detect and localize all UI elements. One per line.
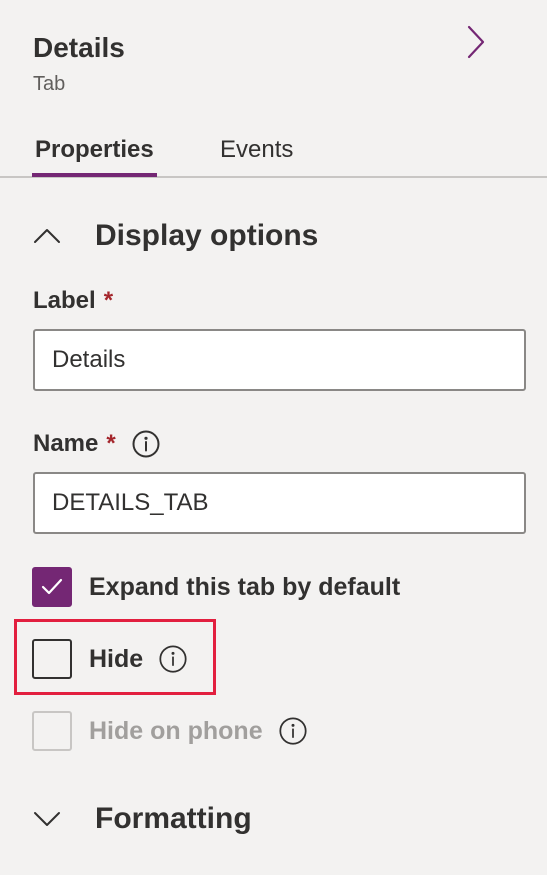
- expand-by-default-label: Expand this tab by default: [89, 573, 401, 601]
- display-options-section-header[interactable]: Display options: [30, 214, 318, 258]
- formatting-section-header[interactable]: Formatting: [30, 797, 252, 841]
- chevron-up-icon: [30, 219, 64, 253]
- name-field-label: Name *: [33, 429, 160, 459]
- display-options-title: Display options: [95, 219, 319, 252]
- required-marker: *: [106, 430, 116, 457]
- label-field-label: Label *: [33, 286, 113, 316]
- tab-events[interactable]: Events: [217, 134, 296, 166]
- expand-by-default-option[interactable]: Expand this tab by default: [32, 567, 400, 607]
- tab-properties[interactable]: Properties: [32, 134, 157, 177]
- info-icon[interactable]: [279, 717, 307, 745]
- formatting-title: Formatting: [95, 802, 252, 835]
- label-field-label-text: Label: [33, 287, 96, 314]
- hide-on-phone-checkbox: [32, 711, 72, 751]
- hide-option[interactable]: Hide: [32, 639, 187, 679]
- hide-checkbox[interactable]: [32, 639, 72, 679]
- required-marker: *: [103, 287, 114, 314]
- hide-on-phone-option: Hide on phone: [32, 711, 307, 751]
- hide-on-phone-label: Hide on phone: [89, 717, 263, 745]
- panel-subtitle: Tab: [33, 73, 66, 95]
- tab-bar: Properties Events: [0, 128, 547, 178]
- name-input[interactable]: [33, 472, 526, 534]
- tab-properties-panel: Details Tab Properties Events Display op…: [0, 0, 547, 875]
- info-icon[interactable]: [132, 430, 160, 458]
- collapse-panel-button[interactable]: [456, 22, 496, 62]
- info-icon[interactable]: [159, 645, 187, 673]
- label-input[interactable]: [33, 329, 526, 391]
- chevron-down-icon: [30, 802, 64, 836]
- checkmark-icon: [41, 578, 63, 595]
- name-field-label-text: Name: [33, 430, 99, 457]
- chevron-right-icon: [467, 25, 485, 59]
- expand-by-default-checkbox[interactable]: [32, 567, 72, 607]
- hide-label: Hide: [89, 645, 144, 673]
- panel-title: Details: [33, 32, 125, 63]
